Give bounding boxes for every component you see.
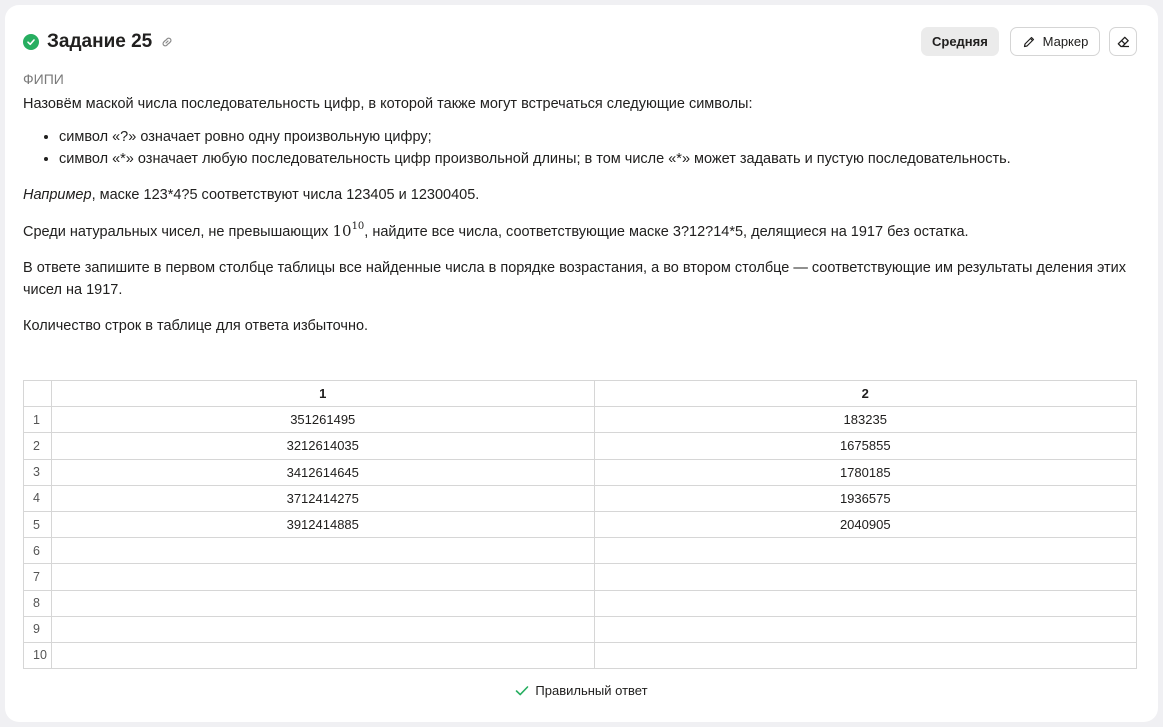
table-row: 3 3412614645 1780185 <box>23 458 1137 486</box>
answer-cell[interactable]: 3912414885 <box>51 510 595 539</box>
row-number: 1 <box>23 406 52 434</box>
answer-cell[interactable] <box>593 641 1137 670</box>
row-number: 3 <box>23 458 52 486</box>
example-text: Например, маске 123*4?5 соответствуют чи… <box>23 184 1133 206</box>
answer-cell[interactable]: 1936575 <box>593 484 1137 512</box>
column-header: 2 <box>593 379 1137 408</box>
table-row: 7 <box>23 563 1137 591</box>
answer-instructions: В ответе запишите в первом столбце табли… <box>23 260 1127 298</box>
answer-cell[interactable] <box>51 615 595 643</box>
answer-cell[interactable]: 3212614035 <box>51 432 595 460</box>
correct-answer-label: Правильный ответ <box>535 683 648 698</box>
table-row: 2 3212614035 1675855 <box>23 432 1137 460</box>
eraser-icon <box>1116 34 1131 49</box>
checkmark-icon <box>515 685 529 697</box>
result-status: Правильный ответ <box>5 683 1158 698</box>
difficulty-badge: Средняя <box>921 27 999 56</box>
table-row: 8 <box>23 589 1137 617</box>
task-text: Среди натуральных чисел, не превышающих … <box>23 220 1133 243</box>
answer-cell[interactable] <box>51 589 595 617</box>
row-number: 10 <box>23 641 52 670</box>
problem-statement: Назовём маской числа последовательность … <box>23 93 1133 337</box>
answer-cell[interactable]: 3712414275 <box>51 484 595 512</box>
table-row: 4 3712414275 1936575 <box>23 484 1137 512</box>
marker-button[interactable]: Маркер <box>1010 27 1100 56</box>
table-row: 10 <box>23 641 1137 670</box>
answer-cell[interactable]: 3412614645 <box>51 458 595 486</box>
example-italic: Например <box>23 187 92 203</box>
answer-cell[interactable] <box>593 615 1137 643</box>
marker-label: Маркер <box>1042 34 1089 49</box>
power-exponent: 10 <box>351 221 365 232</box>
answer-cell[interactable]: 183235 <box>593 406 1137 434</box>
task-before: Среди натуральных чисел, не превышающих <box>23 224 333 240</box>
answer-cell[interactable] <box>51 563 595 591</box>
row-number: 7 <box>23 563 52 591</box>
source-label: ФИПИ <box>23 71 64 87</box>
column-header: 1 <box>51 379 595 408</box>
answer-cell[interactable] <box>51 641 595 670</box>
row-number: 6 <box>23 537 52 565</box>
table-row: 5 3912414885 2040905 <box>23 510 1137 539</box>
rule-item: символ «?» означает ровно одну произволь… <box>59 127 1133 149</box>
answer-cell[interactable] <box>593 563 1137 591</box>
table-corner <box>23 379 52 408</box>
task-after: , найдите все числа, соответствующие мас… <box>364 224 969 240</box>
rules-list: символ «?» означает ровно одну произволь… <box>23 127 1133 170</box>
answer-cell[interactable]: 351261495 <box>51 406 595 434</box>
power-expression: 1010 <box>332 221 365 241</box>
answer-cell[interactable] <box>593 537 1137 565</box>
example-rest: , маске 123*4?5 соответствуют числа 1234… <box>91 187 480 203</box>
rows-note: Количество строк в таблице для ответа из… <box>23 318 369 334</box>
answer-cell[interactable] <box>51 537 595 565</box>
table-row: 9 <box>23 615 1137 643</box>
row-number: 8 <box>23 589 52 617</box>
row-number: 9 <box>23 615 52 643</box>
answer-cell[interactable]: 1780185 <box>593 458 1137 486</box>
intro-text: Назовём маской числа последовательность … <box>23 96 753 112</box>
answer-table: 1 2 1 351261495 183235 2 3212614035 1675855 … <box>23 379 1137 670</box>
eraser-button[interactable] <box>1109 27 1137 56</box>
task-header: Задание 25 <box>23 31 174 53</box>
task-title: Задание 25 <box>47 31 153 52</box>
row-number: 4 <box>23 484 52 512</box>
pencil-icon <box>1022 35 1036 49</box>
table-row: 1 351261495 183235 <box>23 406 1137 434</box>
rule-item: символ «*» означает любую последовательн… <box>59 149 1133 171</box>
row-number: 2 <box>23 432 52 460</box>
row-number: 5 <box>23 510 52 539</box>
power-base: 10 <box>332 222 352 240</box>
answer-cell[interactable] <box>593 589 1137 617</box>
task-card: Задание 25 Средняя Маркер ФИПИ Назовём м… <box>5 5 1158 722</box>
check-circle-icon <box>23 34 39 50</box>
table-header-row: 1 2 <box>23 379 1137 408</box>
answer-cell[interactable]: 2040905 <box>593 510 1137 539</box>
table-row: 6 <box>23 537 1137 565</box>
answer-cell[interactable]: 1675855 <box>593 432 1137 460</box>
link-icon[interactable] <box>160 35 174 49</box>
